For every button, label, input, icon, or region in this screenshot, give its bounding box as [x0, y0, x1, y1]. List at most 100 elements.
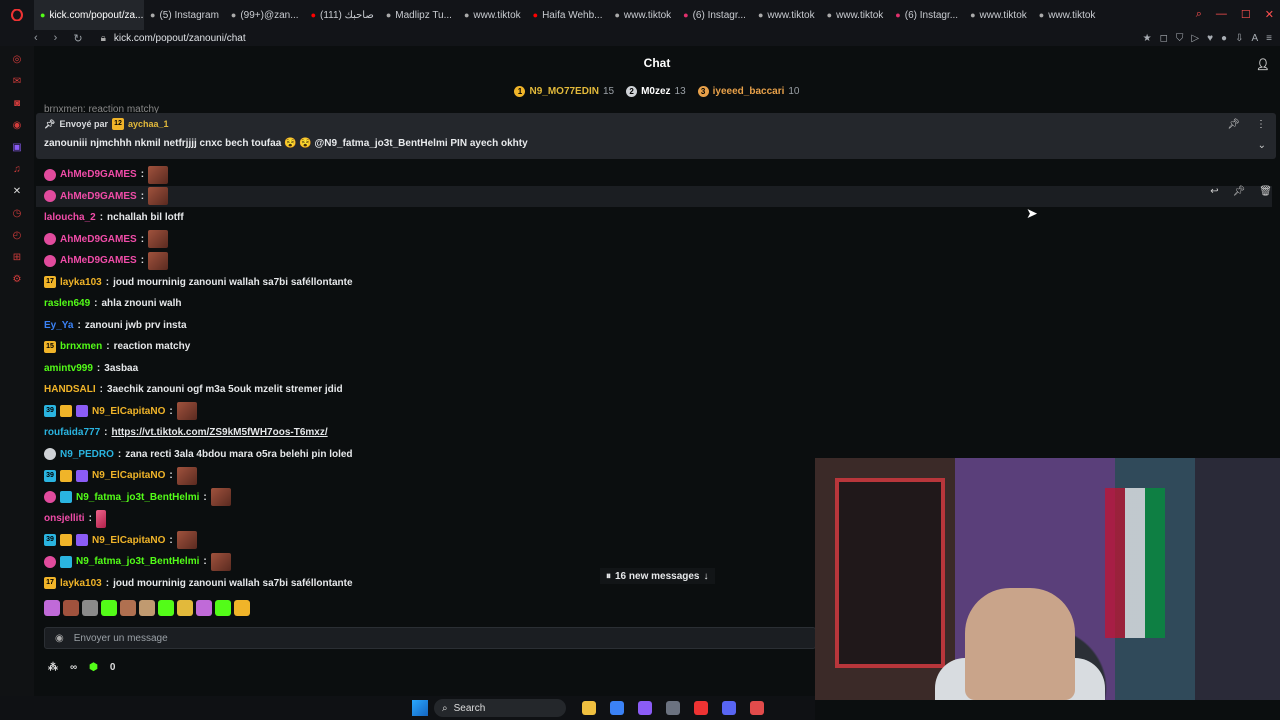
- chat-message[interactable]: AhMeD9GAMES:: [44, 250, 814, 272]
- emote-10[interactable]: [215, 600, 231, 616]
- channel-points-icon[interactable]: ⁂: [48, 662, 58, 673]
- opera-taskbar-icon[interactable]: [694, 701, 708, 715]
- chat-username[interactable]: laloucha_2: [44, 212, 96, 223]
- browser-tab[interactable]: ● Haifa Wehb...: [527, 0, 609, 30]
- back-icon[interactable]: ‹: [34, 32, 38, 45]
- chat-username[interactable]: Ey_Ya: [44, 320, 73, 331]
- emote-1[interactable]: [44, 600, 60, 616]
- chat-username[interactable]: brnxmen: [60, 341, 102, 352]
- minimize-icon[interactable]: —: [1216, 8, 1227, 21]
- emote-7[interactable]: [158, 600, 174, 616]
- whatsapp-icon[interactable]: ◉: [13, 120, 22, 131]
- chat-username[interactable]: N9_ElCapitaNO: [92, 406, 165, 417]
- chat-message[interactable]: roufaida777: https://vt.tiktok.com/ZS9kM5…: [44, 422, 814, 444]
- chat-message[interactable]: onsjelliti:: [44, 508, 814, 530]
- clock-icon[interactable]: ◴: [13, 230, 22, 241]
- pinned-sender-name[interactable]: aychaa_1: [128, 119, 169, 129]
- x-icon[interactable]: ✕: [13, 186, 21, 197]
- new-messages-button[interactable]: ⏸︎ 16 new messages ↓: [600, 568, 715, 584]
- opera-logo-icon[interactable]: [0, 9, 34, 21]
- chat-username[interactable]: amintv999: [44, 363, 93, 374]
- browser-tab[interactable]: ● (5) Instagram: [144, 0, 225, 30]
- extensions-icon[interactable]: ⊞: [13, 252, 21, 263]
- ai-icon[interactable]: A: [1251, 33, 1258, 44]
- kick-coin-icon[interactable]: ⬢: [89, 662, 98, 673]
- chat-username[interactable]: N9_PEDRO: [60, 449, 114, 460]
- browser-tab[interactable]: ● (99+)@zan...: [225, 0, 305, 30]
- chat-message[interactable]: Ey_Ya: zanouni jwb prv insta: [44, 315, 814, 337]
- browser-tab[interactable]: ● www.tiktok: [608, 0, 677, 30]
- chat-message[interactable]: laloucha_2: nchallah bil lotff: [44, 207, 814, 229]
- heart-icon[interactable]: ♥: [1207, 33, 1213, 44]
- menu-icon[interactable]: ≡: [1266, 33, 1272, 44]
- emote-2[interactable]: [63, 600, 79, 616]
- chat-message[interactable]: raslen649: ahla znouni walh: [44, 293, 814, 315]
- chat-username[interactable]: AhMeD9GAMES: [60, 255, 137, 266]
- emote-8[interactable]: [177, 600, 193, 616]
- music-icon[interactable]: ♫: [13, 164, 21, 175]
- chat-message[interactable]: amintv999:3asbaa: [44, 358, 814, 380]
- messenger-icon[interactable]: ✉: [13, 76, 21, 87]
- chat-username[interactable]: roufaida777: [44, 427, 100, 438]
- chat-username[interactable]: raslen649: [44, 298, 90, 309]
- pin-message-icon[interactable]: 📌︎: [1233, 186, 1246, 197]
- emote-3[interactable]: [82, 600, 98, 616]
- file-explorer-icon[interactable]: [582, 701, 596, 715]
- chat-message[interactable]: 39 N9_ElCapitaNO:: [44, 530, 814, 552]
- chat-username[interactable]: HANDSALI: [44, 384, 96, 395]
- browser-tab[interactable]: ● www.tiktok: [1033, 0, 1102, 30]
- play-icon[interactable]: ▷: [1191, 33, 1199, 44]
- chat-username[interactable]: onsjelliti: [44, 513, 85, 524]
- emote-4[interactable]: [101, 600, 117, 616]
- reload-icon[interactable]: ↻: [73, 32, 82, 45]
- app-icon[interactable]: [750, 701, 764, 715]
- chat-message[interactable]: N9_PEDRO: zana recti 3ala 4bdou mara o5ra…: [44, 444, 814, 466]
- leaderboard-entry[interactable]: 1 N9_MO77EDIN 15: [514, 86, 614, 97]
- copilot-icon[interactable]: [638, 701, 652, 715]
- chat-message[interactable]: HANDSALI:3aechik zanouni ogf m3a 5ouk mz…: [44, 379, 814, 401]
- browser-tab[interactable]: ● Madlipz Tu...: [380, 0, 458, 30]
- more-options-icon[interactable]: ⋮: [1256, 119, 1266, 130]
- chat-message[interactable]: AhMeD9GAMES:: [36, 185, 1272, 207]
- browser-tab[interactable]: ● www.tiktok: [821, 0, 890, 30]
- chat-username[interactable]: N9_fatma_jo3t_BentHelmi: [76, 556, 199, 567]
- chat-username[interactable]: N9_ElCapitaNO: [92, 535, 165, 546]
- leaderboard-entry[interactable]: 3 iyeeed_baccari 10: [697, 86, 800, 97]
- chat-username[interactable]: N9_fatma_jo3t_BentHelmi: [76, 492, 199, 503]
- pinned-message[interactable]: 📌︎ Envoyé par 12 aychaa_1 zanouniii njmc…: [36, 113, 1276, 159]
- emote-6[interactable]: [139, 600, 155, 616]
- store-icon[interactable]: [610, 701, 624, 715]
- download-icon[interactable]: ⇩: [1235, 33, 1243, 44]
- users-icon[interactable]: 👤︎: [1256, 58, 1270, 71]
- reply-icon[interactable]: ↩: [1210, 186, 1218, 197]
- chevron-down-icon[interactable]: ⌄: [1258, 140, 1266, 151]
- chat-message[interactable]: 17 layka103: joud mourninig zanouni wallah…: [44, 272, 814, 294]
- ai-sidebar-icon[interactable]: ◎: [13, 54, 22, 65]
- discord-icon[interactable]: [722, 701, 736, 715]
- emote-5[interactable]: [120, 600, 136, 616]
- browser-tab[interactable]: ● www.tiktok: [752, 0, 821, 30]
- browser-tab[interactable]: ● (6) Instagr...: [889, 0, 964, 30]
- shield-icon[interactable]: ⛉: [1176, 33, 1184, 44]
- calculator-icon[interactable]: [666, 701, 680, 715]
- browser-tab[interactable]: ● (6) Instagr...: [677, 0, 752, 30]
- message-input[interactable]: [73, 632, 674, 644]
- chat-message[interactable]: 39 N9_ElCapitaNO:: [44, 465, 814, 487]
- chat-message[interactable]: AhMeD9GAMES:: [44, 164, 814, 186]
- leaderboard-entry[interactable]: 2 M0zez 13: [626, 86, 686, 97]
- chat-username[interactable]: AhMeD9GAMES: [60, 234, 137, 245]
- history-icon[interactable]: ◷: [13, 208, 22, 219]
- close-icon[interactable]: ✕: [1265, 8, 1274, 21]
- chat-message[interactable]: 15 brnxmen: reaction matchy: [44, 336, 814, 358]
- chat-username[interactable]: layka103: [60, 277, 102, 288]
- bookmark-icon[interactable]: ★: [1143, 33, 1152, 44]
- emote-11[interactable]: [234, 600, 250, 616]
- forward-icon[interactable]: ›: [54, 32, 58, 45]
- url-text[interactable]: kick.com/popout/zanouni/chat: [114, 33, 246, 44]
- browser-tab[interactable]: ● (111) صاحبك: [305, 0, 380, 30]
- chat-username[interactable]: AhMeD9GAMES: [60, 191, 137, 202]
- profile-icon[interactable]: ●: [1221, 33, 1227, 44]
- chat-message[interactable]: N9_fatma_jo3t_BentHelmi:: [44, 487, 814, 509]
- snapshot-icon[interactable]: ◻: [1160, 33, 1168, 44]
- browser-tab[interactable]: ● www.tiktok: [964, 0, 1033, 30]
